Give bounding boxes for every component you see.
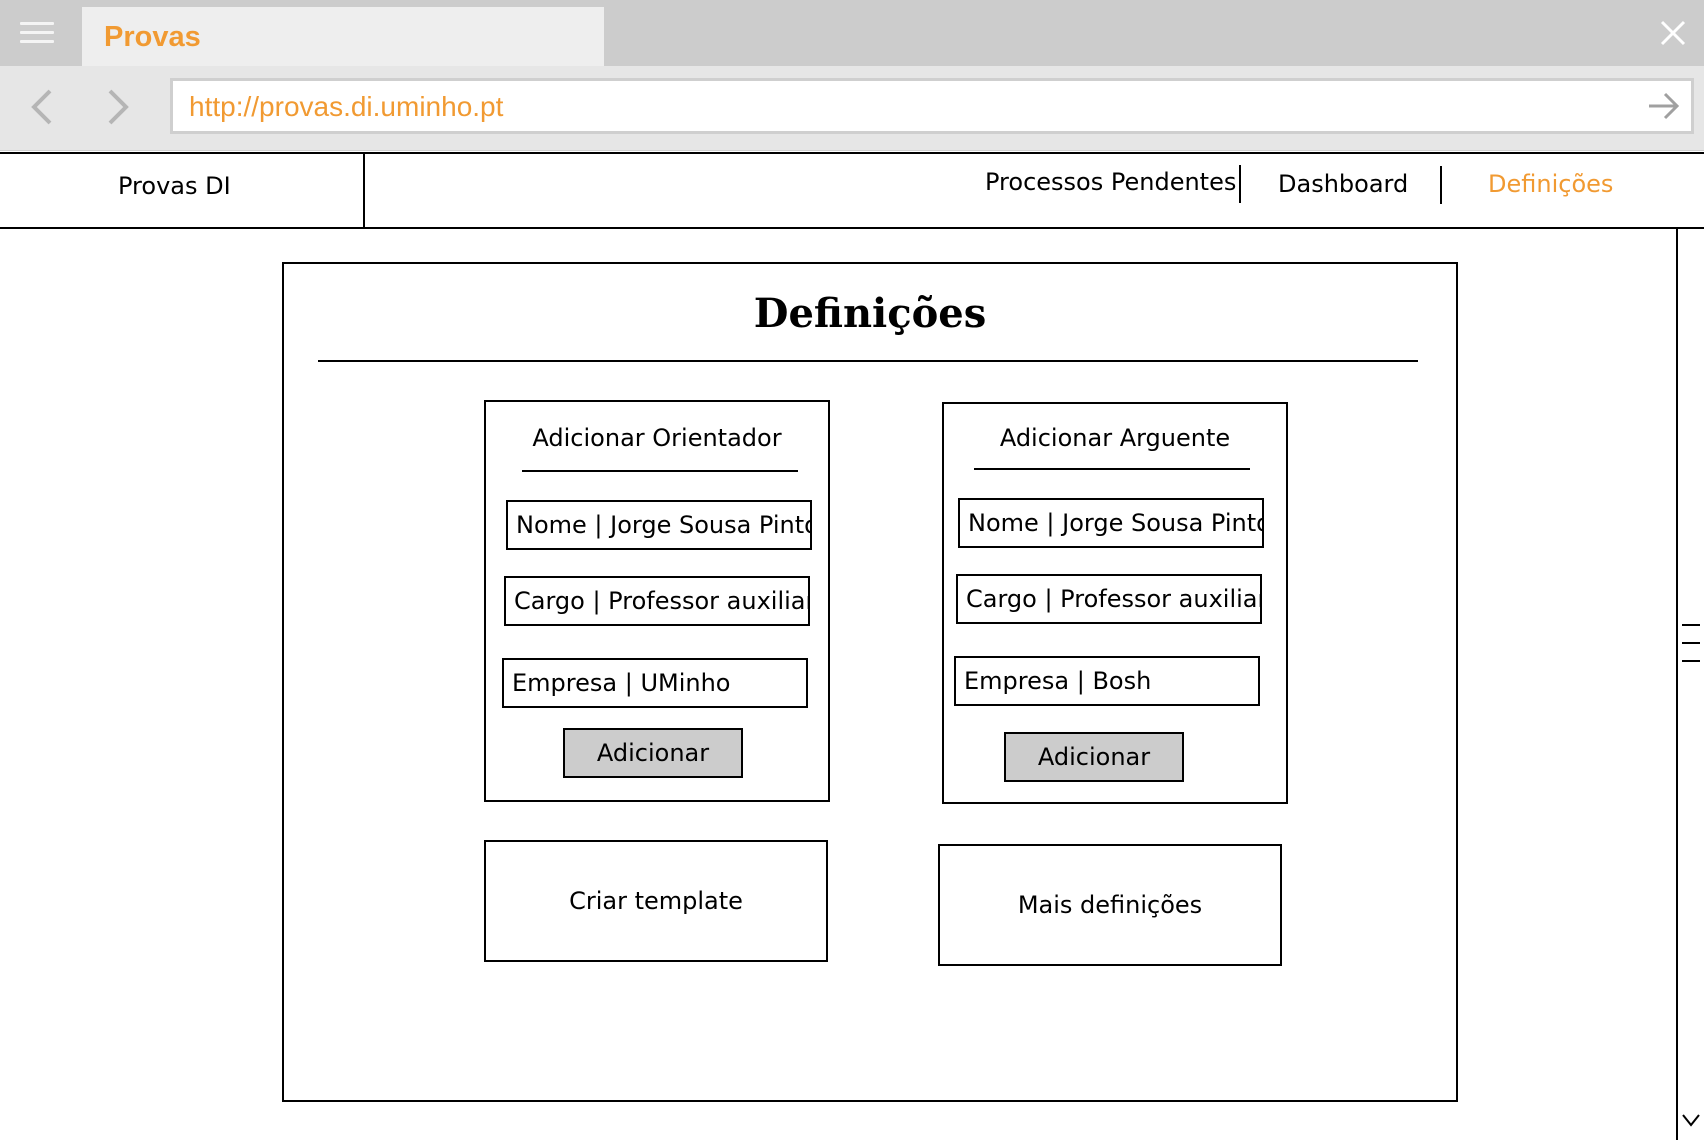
nav-item-processos-pendentes[interactable]: Processos Pendentes: [985, 168, 1236, 196]
criar-template-button[interactable]: Criar template: [484, 840, 828, 962]
tab-title: Provas: [104, 21, 201, 53]
nav-divider: [0, 152, 1704, 154]
go-arrow-icon[interactable]: [1647, 91, 1681, 121]
browser-tab[interactable]: Provas: [82, 7, 604, 66]
nome-field[interactable]: Nome | Jorge Sousa Pinto: [958, 498, 1264, 548]
title-rule: [318, 360, 1418, 362]
nome-field[interactable]: Nome | Jorge Sousa Pinto: [506, 500, 812, 550]
nav-separator: [1239, 165, 1241, 203]
settings-panel: Definições Adicionar Orientador Nome | J…: [282, 262, 1458, 1102]
add-orientador-card: Adicionar Orientador Nome | Jorge Sousa …: [484, 400, 830, 802]
back-arrow-icon[interactable]: [24, 87, 64, 127]
add-orientador-button[interactable]: Adicionar: [563, 728, 743, 778]
nav-item-definicoes[interactable]: Definições: [1488, 170, 1613, 198]
nav-divider: [0, 227, 1704, 229]
brand-divider: [363, 153, 365, 229]
browser-titlebar: Provas: [0, 0, 1704, 66]
scroll-grip-icon[interactable]: [1682, 624, 1700, 672]
card-title: Adicionar Arguente: [999, 424, 1231, 452]
cargo-field[interactable]: Cargo | Professor auxiliar: [504, 576, 810, 626]
cargo-field[interactable]: Cargo | Professor auxiliar: [956, 574, 1262, 624]
empresa-field[interactable]: Empresa | Bosh: [954, 656, 1260, 706]
scroll-down-icon[interactable]: [1680, 1112, 1702, 1128]
card-rule: [522, 470, 798, 472]
mais-definicoes-button[interactable]: Mais definições: [938, 844, 1282, 966]
url-bar[interactable]: http://provas.di.uminho.pt: [170, 78, 1694, 134]
add-arguente-button[interactable]: Adicionar: [1004, 732, 1184, 782]
add-arguente-card: Adicionar Arguente Nome | Jorge Sousa Pi…: [942, 402, 1288, 804]
menu-icon[interactable]: [20, 22, 54, 44]
nav-separator: [1440, 166, 1442, 204]
empresa-field[interactable]: Empresa | UMinho: [502, 658, 808, 708]
card-title: Adicionar Orientador: [532, 424, 782, 452]
scrollbar[interactable]: [1676, 229, 1704, 1140]
forward-arrow-icon[interactable]: [96, 87, 136, 127]
browser-toolbar: http://provas.di.uminho.pt: [0, 66, 1704, 151]
url-text[interactable]: http://provas.di.uminho.pt: [189, 91, 503, 123]
card-rule: [974, 468, 1250, 470]
nav-item-dashboard[interactable]: Dashboard: [1278, 170, 1408, 198]
page-title: Definições: [753, 290, 987, 337]
close-icon[interactable]: [1656, 16, 1690, 50]
app-brand[interactable]: Provas DI: [118, 172, 231, 200]
